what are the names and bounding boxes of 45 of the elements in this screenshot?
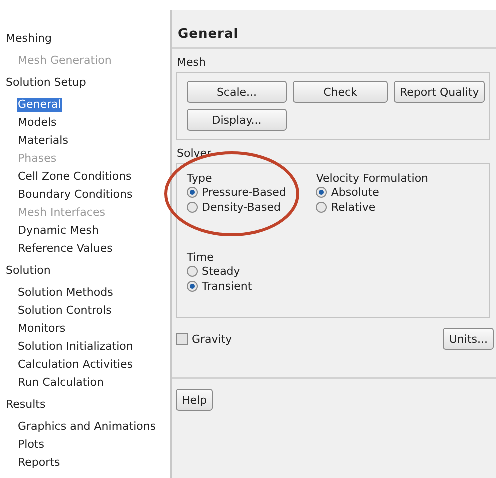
tree-group-label[interactable]: Results (6, 396, 170, 414)
group-label: Mesh (176, 55, 207, 71)
help-button[interactable]: Help (176, 389, 214, 411)
radio-option[interactable]: Pressure-Based (187, 185, 286, 200)
radio-option[interactable]: Relative (316, 200, 429, 215)
tree-item[interactable]: Boundary Conditions (17, 186, 134, 204)
radio-group-label: Type (187, 172, 214, 185)
tree-item[interactable]: Run Calculation (17, 374, 105, 392)
tree-item[interactable]: Materials (17, 132, 70, 150)
tree-item[interactable]: Solution Controls (17, 302, 113, 320)
radio-icon[interactable] (187, 187, 198, 198)
tree-item[interactable]: Solution Initialization (17, 338, 134, 356)
radio-icon[interactable] (187, 281, 198, 292)
radio-option[interactable]: Absolute (316, 185, 429, 200)
radio-option[interactable]: Steady (187, 264, 489, 279)
gravity-checkbox[interactable]: Gravity (176, 332, 232, 346)
mesh-button[interactable]: Report Quality (394, 81, 486, 103)
radio-group-label: Time (187, 251, 215, 264)
radio-icon[interactable] (187, 266, 198, 277)
radio-option[interactable]: Density-Based (187, 200, 286, 215)
tree-item[interactable]: Solution Methods (17, 284, 114, 302)
tree-item[interactable]: Graphics and Animations (17, 418, 158, 436)
tree-item[interactable]: Reference Values (17, 240, 114, 258)
radio-option[interactable]: Transient (187, 279, 489, 294)
tree-item[interactable]: General (17, 98, 62, 112)
mesh-button[interactable]: Check (293, 81, 388, 103)
checkbox-icon[interactable] (176, 333, 188, 345)
tree-item[interactable]: Calculation Activities (17, 356, 134, 374)
mesh-button[interactable]: Display... (187, 109, 287, 131)
tree-group-label[interactable]: Meshing (6, 30, 170, 48)
units-button[interactable]: Units... (443, 328, 494, 350)
mesh-button[interactable]: Scale... (187, 81, 287, 103)
radio-group-label: Velocity Formulation (316, 172, 429, 185)
tree-item[interactable]: Monitors (17, 320, 67, 338)
tree-item[interactable]: Plots (17, 436, 46, 454)
radio-icon[interactable] (187, 202, 198, 213)
tree-group-label[interactable]: Solution (6, 262, 170, 280)
radio-icon[interactable] (316, 187, 328, 198)
tree-item[interactable]: Dynamic Mesh (17, 222, 100, 240)
tree-group-label[interactable]: Solution Setup (6, 74, 170, 92)
tree-item[interactable]: Models (17, 114, 58, 132)
panel-title: General (172, 10, 496, 49)
tree-item[interactable]: Cell Zone Conditions (17, 168, 133, 186)
tree-item[interactable]: Reports (17, 454, 62, 472)
radio-icon[interactable] (316, 202, 328, 213)
